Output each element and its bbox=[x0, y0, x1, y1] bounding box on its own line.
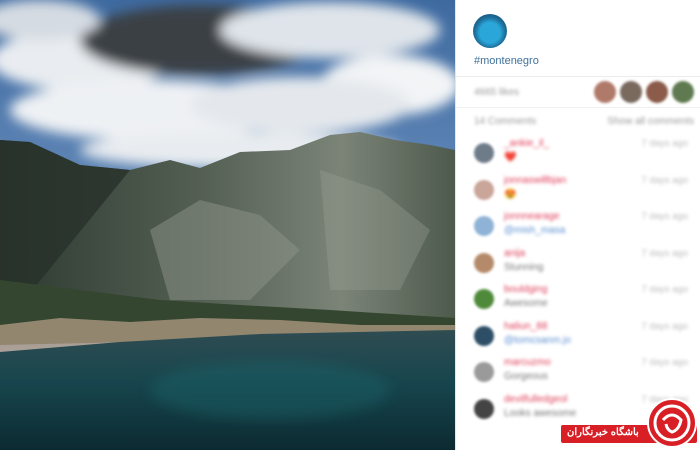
comment-list: _ankie_il_ ❤️ 7 days ago jonnaswillbjan 😍 7 d… bbox=[456, 134, 700, 426]
comment-item: anija Stunning 7 days ago bbox=[456, 244, 700, 281]
comment-avatar[interactable] bbox=[474, 252, 494, 273]
post-sidebar: #montenegro 4665 likes 14 Comments Show … bbox=[455, 0, 700, 450]
watermark-text: باشگاه خبرنگاران bbox=[567, 427, 639, 438]
comment-username[interactable]: jonnnearage bbox=[504, 211, 560, 222]
comment-avatar[interactable] bbox=[474, 289, 494, 309]
comment-text: Gorgeous bbox=[504, 371, 548, 382]
likes-count[interactable]: 4665 likes bbox=[474, 87, 519, 98]
comment-text: Awesome bbox=[504, 298, 548, 309]
liker-avatar[interactable] bbox=[594, 81, 616, 103]
comment-time: 7 days ago bbox=[641, 138, 688, 149]
comment-username[interactable]: anija bbox=[504, 248, 525, 259]
comment-item: jonnnearage @mish_masa 7 days ago bbox=[456, 207, 700, 244]
comment-item: marcuzmo Gorgeous 7 days ago bbox=[456, 353, 700, 390]
watermark-logo: باشگاه خبرنگاران bbox=[561, 398, 697, 448]
liker-avatars bbox=[594, 81, 694, 103]
comment-time: 7 days ago bbox=[641, 174, 688, 186]
logo-circle bbox=[647, 398, 697, 448]
comment-avatar[interactable] bbox=[474, 398, 494, 419]
comment-avatar[interactable] bbox=[474, 216, 494, 236]
profile-header: #montenegro bbox=[456, 0, 700, 77]
logo-icon bbox=[653, 404, 691, 442]
comment-item: bouldging Awesome 7 days ago bbox=[456, 280, 700, 317]
comment-text: Stunning bbox=[504, 261, 544, 273]
liker-avatar[interactable] bbox=[620, 81, 642, 103]
avatar[interactable] bbox=[473, 14, 507, 48]
comment-username[interactable]: _ankie_il_ bbox=[504, 138, 549, 149]
comment-text: @tomcsanm.jo bbox=[504, 334, 571, 346]
comment-item: jonnaswillbjan 😍 7 days ago bbox=[456, 171, 700, 208]
comment-time: 7 days ago bbox=[641, 211, 688, 222]
comment-text: ❤️ bbox=[504, 152, 517, 163]
comment-username[interactable]: jonnaswillbjan bbox=[504, 175, 566, 186]
comment-item: haliun_88 @tomcsanm.jo 7 days ago bbox=[456, 317, 700, 354]
comment-avatar[interactable] bbox=[474, 362, 494, 382]
comment-time: 7 days ago bbox=[641, 320, 688, 332]
show-all-comments-link[interactable]: Show all comments bbox=[607, 116, 694, 127]
comment-time: 7 days ago bbox=[641, 284, 688, 295]
liker-avatar[interactable] bbox=[646, 81, 668, 103]
hashtag-link[interactable]: #montenegro bbox=[474, 55, 539, 67]
comment-item: _ankie_il_ ❤️ 7 days ago bbox=[456, 134, 700, 171]
comment-time: 7 days ago bbox=[641, 247, 688, 259]
comments-count: 14 Comments bbox=[474, 116, 537, 127]
comment-username[interactable]: haliun_88 bbox=[504, 321, 547, 332]
post-photo[interactable] bbox=[0, 0, 455, 450]
liker-avatar[interactable] bbox=[672, 81, 694, 103]
comment-username[interactable]: bouldging bbox=[504, 284, 547, 295]
likes-row: 4665 likes bbox=[456, 77, 700, 108]
comment-username[interactable]: devilfulledgeol bbox=[504, 394, 567, 405]
comment-avatar[interactable] bbox=[474, 143, 494, 163]
comment-username[interactable]: marcuzmo bbox=[504, 357, 551, 368]
comment-avatar[interactable] bbox=[474, 179, 494, 200]
comments-bar: 14 Comments Show all comments bbox=[456, 108, 700, 134]
landscape-image bbox=[0, 0, 455, 450]
comment-text: @mish_masa bbox=[504, 225, 566, 236]
comment-time: 7 days ago bbox=[641, 357, 688, 368]
comment-text: 😍 bbox=[504, 188, 517, 200]
comment-avatar[interactable] bbox=[474, 325, 494, 346]
